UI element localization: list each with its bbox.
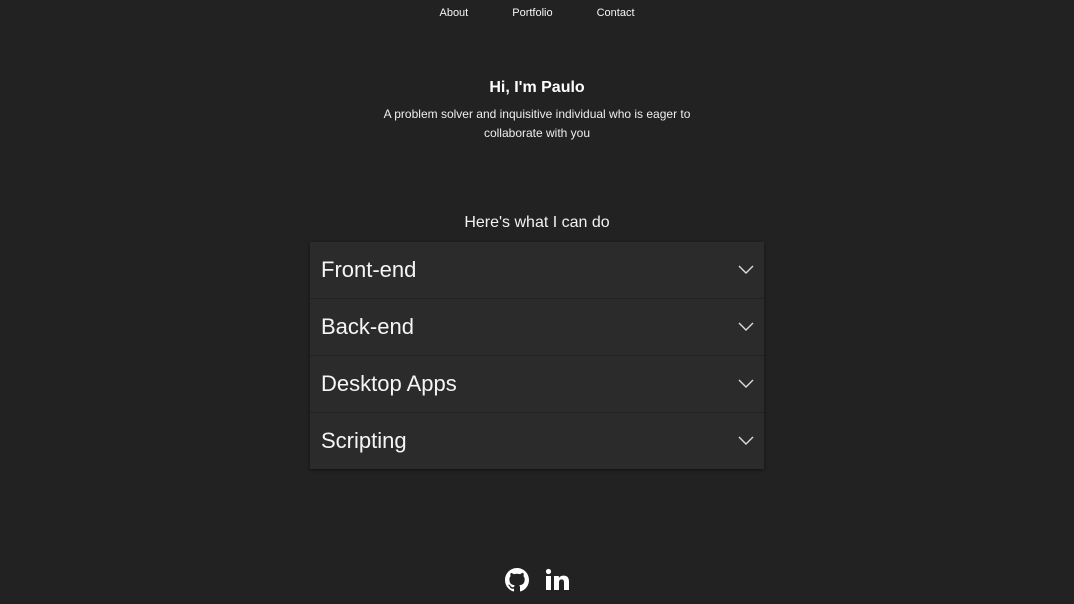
footer-social: [0, 568, 1074, 592]
chevron-down-icon: [738, 379, 754, 388]
accordion-item-front-end[interactable]: Front-end: [310, 242, 764, 299]
services-heading: Here's what I can do: [464, 214, 610, 231]
chevron-down-icon: [738, 322, 754, 331]
nav-link-about[interactable]: About: [417, 6, 490, 20]
accordion-item-back-end[interactable]: Back-end: [310, 299, 764, 356]
accordion-item-label: Back-end: [321, 314, 414, 339]
github-link[interactable]: [505, 568, 529, 592]
linkedin-link[interactable]: [545, 568, 569, 592]
linkedin-icon: [545, 568, 569, 590]
hero-title: Hi, I'm Paulo: [489, 79, 585, 96]
chevron-down-icon: [738, 436, 754, 445]
hero-subtitle: A problem solver and inquisitive individ…: [383, 107, 691, 140]
page: About Portfolio Contact Hi, I'm Paulo A …: [0, 0, 1074, 604]
nav-link-contact[interactable]: Contact: [575, 6, 657, 20]
nav-link-portfolio[interactable]: Portfolio: [490, 6, 574, 20]
top-nav: About Portfolio Contact: [0, 6, 1074, 20]
hero-section: Hi, I'm Paulo A problem solver and inqui…: [0, 78, 1074, 143]
accordion-item-label: Scripting: [321, 428, 407, 453]
accordion-item-desktop-apps[interactable]: Desktop Apps: [310, 356, 764, 413]
chevron-down-icon: [738, 265, 754, 274]
accordion-item-label: Desktop Apps: [321, 371, 457, 396]
accordion-item-scripting[interactable]: Scripting: [310, 413, 764, 469]
github-icon: [505, 568, 529, 592]
accordion-item-label: Front-end: [321, 257, 417, 282]
services-accordion: Front-end Back-end Desktop Apps Scriptin…: [310, 242, 764, 469]
